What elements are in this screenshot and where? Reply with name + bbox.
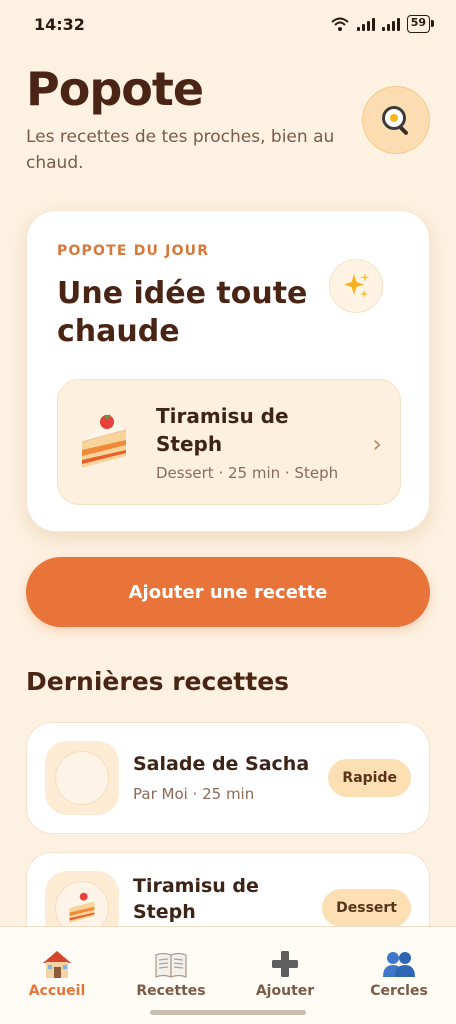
status-bar: 14:32 59 bbox=[0, 0, 456, 48]
chevron-right-icon: › bbox=[372, 430, 382, 458]
featured-recipe-name: Tiramisu de Steph bbox=[156, 404, 289, 456]
recipe-name: Salade de Sacha bbox=[133, 753, 310, 775]
status-icons: 59 bbox=[330, 15, 435, 33]
add-recipe-button[interactable]: Ajouter une recette bbox=[26, 557, 430, 627]
home-indicator[interactable] bbox=[150, 1010, 306, 1015]
signal-icon bbox=[381, 17, 400, 31]
daily-eyebrow: POPOTE DU JOUR bbox=[57, 243, 210, 259]
cake-slice-icon bbox=[69, 892, 95, 923]
recipe-card[interactable]: Salade de Sacha Par Moi · 25 min Rapide bbox=[26, 722, 430, 834]
sparkle-badge bbox=[329, 259, 383, 313]
profile-button[interactable] bbox=[362, 86, 430, 154]
daily-recipe-card: POPOTE DU JOUR Une idée toute chaude Tir… bbox=[26, 210, 430, 532]
battery-icon: 59 bbox=[406, 15, 435, 33]
tab-label: Ajouter bbox=[255, 983, 315, 999]
tab-accueil[interactable]: Accueil bbox=[0, 927, 114, 1024]
empty-plate-icon bbox=[55, 751, 109, 805]
recipe-name: Tiramisu de Steph bbox=[133, 875, 259, 923]
status-time: 14:32 bbox=[34, 14, 85, 34]
book-icon bbox=[155, 952, 187, 978]
sparkles-icon bbox=[344, 273, 370, 298]
cake-slice-icon bbox=[81, 414, 127, 468]
app-tagline: Les recettes de tes proches, bien au cha… bbox=[26, 127, 335, 173]
frying-pan-egg-icon bbox=[382, 106, 408, 135]
recipe-tag: Dessert bbox=[322, 889, 411, 927]
people-icon bbox=[383, 952, 415, 977]
tab-label: Accueil bbox=[28, 983, 86, 999]
signal-icon bbox=[356, 17, 375, 31]
featured-recipe-meta: Dessert · 25 min · Steph bbox=[156, 464, 339, 482]
recipe-thumbnail bbox=[45, 741, 119, 815]
battery-level: 59 bbox=[410, 16, 426, 29]
wifi-icon bbox=[331, 17, 349, 31]
daily-title: Une idée toute chaude bbox=[57, 276, 308, 349]
house-icon bbox=[43, 951, 71, 978]
tab-label: Cercles bbox=[370, 983, 428, 999]
featured-recipe[interactable]: Tiramisu de Steph Dessert · 25 min · Ste… bbox=[57, 379, 401, 505]
plus-icon bbox=[272, 951, 298, 977]
recipe-tag: Rapide bbox=[328, 759, 411, 797]
recent-recipes-title: Dernières recettes bbox=[26, 667, 290, 696]
recipe-meta: Par Moi · 25 min bbox=[133, 785, 255, 803]
app-title: Popote bbox=[26, 62, 204, 116]
tab-label: Recettes bbox=[136, 983, 206, 999]
tab-cercles[interactable]: Cercles bbox=[342, 927, 456, 1024]
